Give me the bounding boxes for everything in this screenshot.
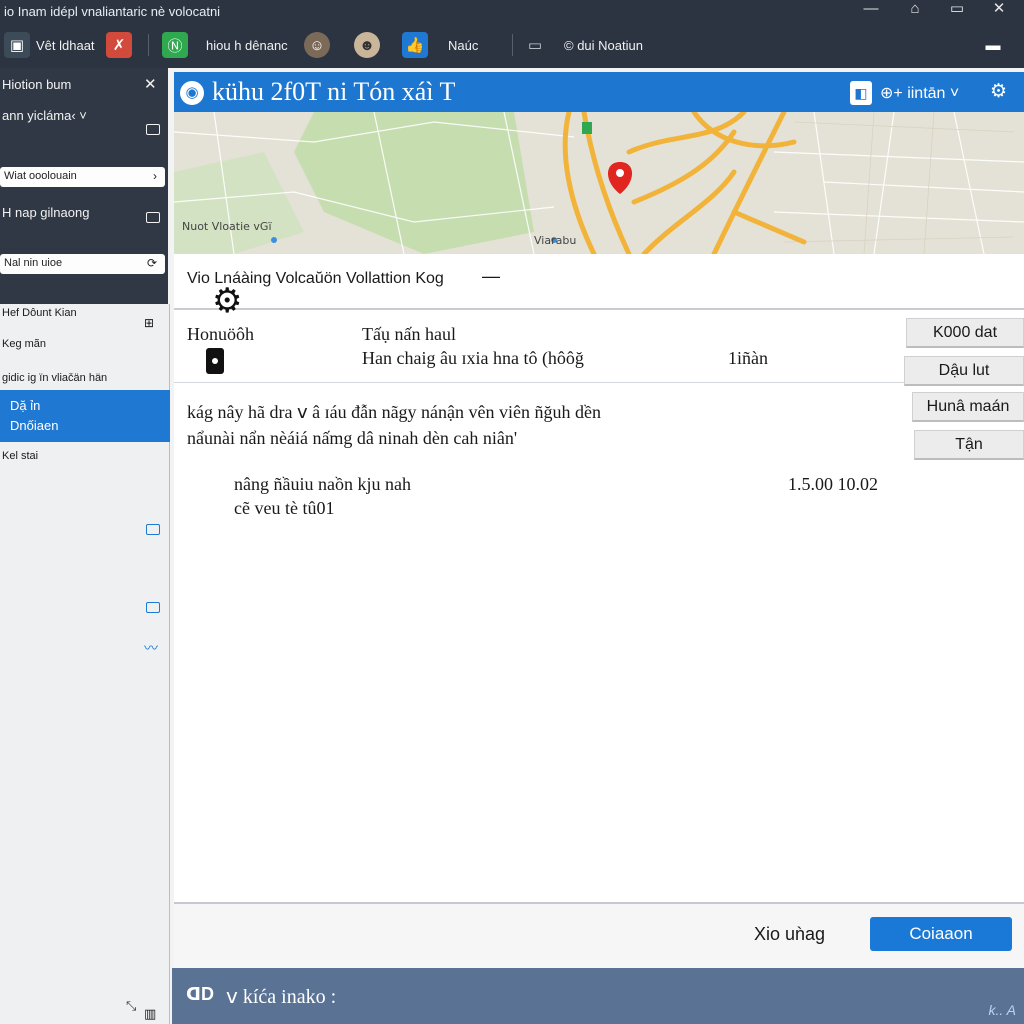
minimize-button[interactable]: — xyxy=(852,0,890,22)
gear-icon: ⚙ xyxy=(212,282,243,320)
cancel-button[interactable]: Xio uǹag xyxy=(754,924,825,945)
map-graphic xyxy=(174,112,1024,254)
toolbar-like-button[interactable]: 👍 Naúc xyxy=(402,30,478,60)
sidebar-pill-1[interactable]: Wiat ooolouain › xyxy=(0,167,165,187)
toolbar-separator xyxy=(148,34,149,56)
toolbar-separator xyxy=(512,34,513,56)
grid-icon[interactable]: ⊞ xyxy=(144,316,154,330)
selected-label-2: Dnốiaen xyxy=(10,418,59,433)
resize-icon[interactable]: ⤡ xyxy=(126,998,136,1014)
lock-icon xyxy=(206,348,224,374)
collapse-icon[interactable]: — xyxy=(482,266,500,287)
red-x-icon: ✗ xyxy=(106,32,132,58)
item-value: 1.5.00 10.02 xyxy=(788,474,878,494)
avatar-icon: ☻ xyxy=(354,32,380,58)
image-icon[interactable] xyxy=(146,602,160,613)
toolbar-red-button[interactable]: ✗ xyxy=(106,30,132,60)
map-label-left: Nuot Vloatie vGï xyxy=(182,220,272,233)
toolbar-label: Vêt ldhaat xyxy=(36,37,95,53)
sidebar-pill-2[interactable]: Nal nin uioe ⟳ xyxy=(0,254,165,274)
restore-button[interactable]: ⌂ xyxy=(896,0,934,22)
thumbs-up-icon: 👍 xyxy=(402,32,428,58)
status-icon: ᗡD xyxy=(186,984,214,1004)
row-divider xyxy=(174,382,1024,383)
toolbar-item-label[interactable]: hiou h dênanc xyxy=(206,30,288,60)
window-title: io Inam idépl vnaliantaric nè volocatni xyxy=(4,4,221,19)
pill-label: Wiat ooolouain xyxy=(4,170,77,182)
save-icon[interactable] xyxy=(146,212,160,223)
toolbar: ▣ Vêt ldhaat ✗ Ⓝ hiou h dênanc ☺ ☻ 👍 Naú… xyxy=(0,22,1024,68)
tab-divider xyxy=(174,308,1024,310)
wave-icon[interactable]: 〰 xyxy=(144,638,158,658)
toolbar-collapse-button[interactable]: ▬ xyxy=(980,30,1006,60)
column-value: Han chaig âu ɪxia hna tô (hôôğ xyxy=(362,348,584,368)
sidebar-item-light-3[interactable]: gidic ig ïn vliačän hän xyxy=(2,372,107,384)
window-icon[interactable] xyxy=(146,524,160,535)
map-label-bottom: Viarabu xyxy=(534,234,577,247)
primary-button[interactable]: Coiaaon xyxy=(870,917,1012,951)
avatar-icon: ☺ xyxy=(304,32,330,58)
sidebar-header: Hiotion bum xyxy=(2,77,72,92)
header-dropdown[interactable]: ⊕+ iintān ˅ xyxy=(880,83,959,103)
title-bar: io Inam idépl vnaliantaric nè volocatni … xyxy=(0,0,1024,22)
description-line-1: kág nây hã dra ⅴ â ɪáu đẫn nãgy nánận vê… xyxy=(187,402,602,422)
selected-label-1: Dặ ỉn xyxy=(10,398,41,413)
refresh-icon: ⟳ xyxy=(146,256,157,270)
column-label: Tấụ nấn haul xyxy=(362,324,456,344)
main-header: ◉ kühu 2f0T ni Tón xáì T ◧ ⊕+ iintān ˅ ⚙ xyxy=(174,72,1024,112)
green-n-icon: Ⓝ xyxy=(162,32,188,58)
sidebar-item-light-2[interactable]: Keg mãn xyxy=(2,338,46,350)
close-icon[interactable]: ✕ xyxy=(144,75,157,93)
toolbar-item-window[interactable]: ▣ Vêt ldhaat xyxy=(4,30,95,60)
briefcase-icon: ▭ xyxy=(527,37,543,54)
action-button-4[interactable]: Tận xyxy=(914,430,1024,460)
sidebar-item-selected[interactable]: Dặ ỉn Dnốiaen xyxy=(0,390,170,442)
action-button-3[interactable]: Hunâ maán xyxy=(912,392,1024,422)
logo-icon: ◧ xyxy=(850,81,872,105)
panel-icon[interactable] xyxy=(146,124,160,135)
status-text: ⅴ kíća inako : xyxy=(226,986,337,1008)
action-button-1[interactable]: K000 dat xyxy=(906,318,1024,348)
minimize-icon: ▬ xyxy=(985,36,1001,54)
toolbar-briefcase-button[interactable]: ▭ xyxy=(522,30,548,60)
window-icon: ▣ xyxy=(4,32,30,58)
sidebar-item-after[interactable]: Kel stai xyxy=(2,450,38,462)
item-subtitle: cẽ veu tè tû01 xyxy=(234,498,335,518)
maximize-button[interactable]: ▭ xyxy=(938,0,976,22)
sidebar-item-1[interactable]: ann yicláma‹ ˅ xyxy=(2,108,87,123)
sidebar-top: Hiotion bum ✕ ann yicláma‹ ˅ Wiat ooolou… xyxy=(0,68,168,304)
sidebar-item-light-1[interactable]: Hef Dôunt Kian xyxy=(2,307,77,319)
toolbar-avatar-1[interactable]: ☺ xyxy=(304,30,330,60)
toolbar-label: hiou h dênanc xyxy=(206,37,288,53)
column-value-right: 1iñàn xyxy=(728,348,768,368)
toolbar-avatar-2[interactable]: ☻ xyxy=(354,30,380,60)
page-title: kühu 2f0T ni Tón xáì T xyxy=(212,77,456,106)
status-bar: ᗡD ⅴ kíća inako : k.. A xyxy=(172,968,1024,1024)
dialog-footer: Xio uǹag Coiaaon xyxy=(174,902,1024,968)
toolbar-label: © dui Noatiun xyxy=(564,37,643,53)
sidebar-item-2[interactable]: H nap gilnaong xyxy=(2,205,89,220)
close-button[interactable]: ✕ xyxy=(980,0,1018,22)
globe-icon: ◉ xyxy=(180,81,204,105)
toolbar-item-notion[interactable]: © dui Noatiun xyxy=(564,30,643,60)
field-label: Honuöôh xyxy=(187,324,254,344)
chevron-right-icon: › xyxy=(153,169,157,183)
chart-icon[interactable]: ▥ xyxy=(144,1006,156,1022)
description-line-2: nẩunài nẩn nèáiá nấmg dâ ninah dèn cah n… xyxy=(187,428,518,448)
sidebar: Hiotion bum ✕ ann yicláma‹ ˅ Wiat ooolou… xyxy=(0,68,172,1024)
item-name: nâng ñầuiu naồn kju nah xyxy=(234,474,411,494)
map-view[interactable]: Nuot Vloatie vGï Viarabu xyxy=(174,112,1024,254)
settings-icon[interactable]: ⚙ xyxy=(990,80,1007,103)
toolbar-label: Naúc xyxy=(448,37,479,53)
main-panel: ◉ kühu 2f0T ni Tón xáì T ◧ ⊕+ iintān ˅ ⚙ xyxy=(174,72,1024,968)
status-corner-text: k.. A xyxy=(988,1002,1017,1018)
action-button-2[interactable]: Dậu lut xyxy=(904,356,1024,386)
pill-label: Nal nin uioe xyxy=(4,257,63,269)
toolbar-green-button[interactable]: Ⓝ xyxy=(162,30,188,60)
